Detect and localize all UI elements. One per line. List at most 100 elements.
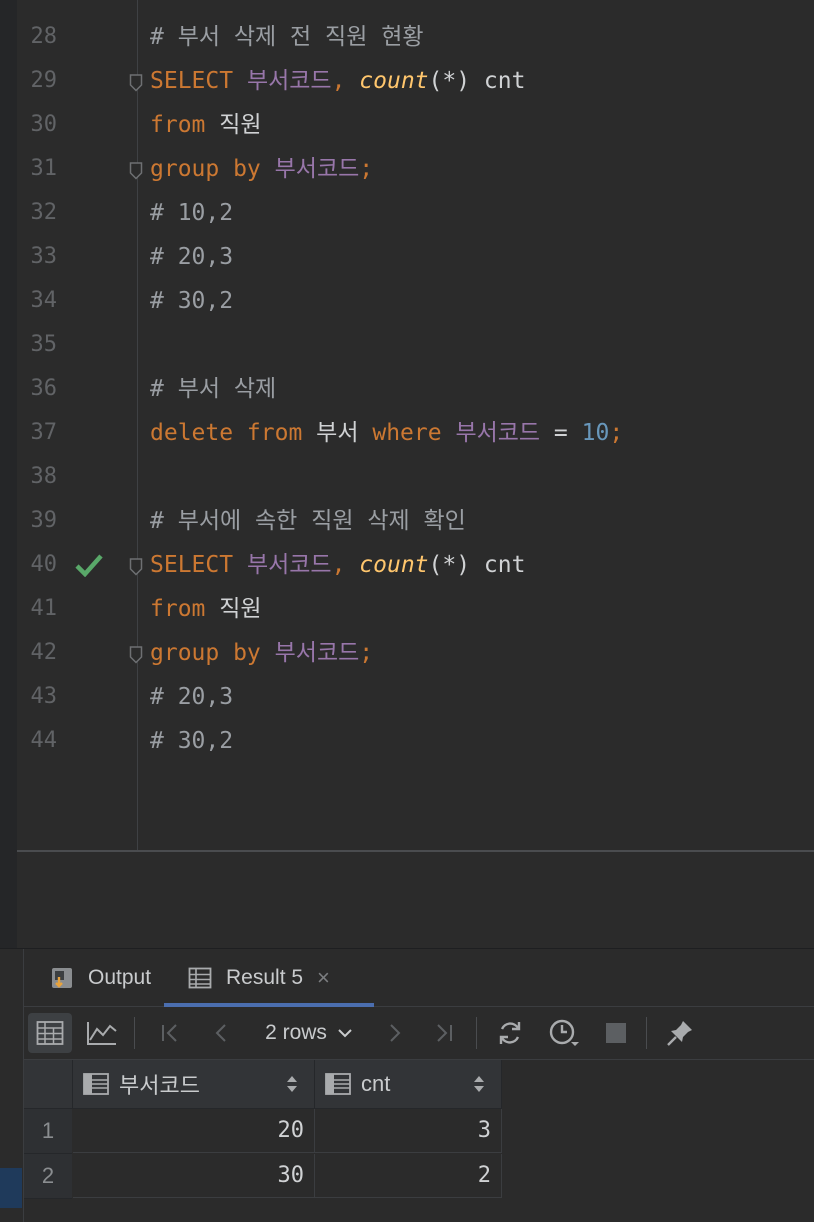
code-text[interactable]: # 20,3 (150, 235, 233, 279)
code-token: 부서코드 (274, 640, 360, 666)
code-line[interactable]: 40 SELECT 부서코드, count(*) cnt (0, 543, 814, 587)
code-line[interactable]: 30 from 직원 (0, 103, 814, 147)
code-token: # 30,2 (150, 728, 234, 754)
code-token: # 20,3 (150, 244, 234, 270)
stop-button[interactable] (596, 1007, 636, 1059)
refresh-icon (499, 1022, 521, 1044)
column-header-dept-code[interactable]: 부서코드 (73, 1060, 315, 1109)
code-text[interactable]: SELECT 부서코드, count(*) cnt (150, 59, 525, 103)
code-line[interactable]: 33 # 20,3 (0, 235, 814, 279)
code-text[interactable]: # 부서에 속한 직원 삭제 확인 (150, 499, 466, 543)
last-page-button[interactable] (424, 1007, 464, 1059)
last-page-icon (437, 1024, 452, 1042)
row-number[interactable]: 1 (24, 1109, 72, 1154)
code-token: where (372, 420, 456, 446)
code-token: group by (150, 640, 275, 666)
code-line[interactable]: 28 # 부서 삭제 전 직원 현황 (0, 15, 814, 59)
code-line[interactable]: 29 SELECT 부서코드, count(*) cnt (0, 59, 814, 103)
column-header-cnt[interactable]: cnt (315, 1060, 502, 1109)
code-token: , (331, 68, 360, 94)
row-number[interactable]: 2 (24, 1154, 72, 1199)
line-number: 34 (30, 288, 58, 313)
code-editor[interactable]: 28 # 부서 삭제 전 직원 현황 29 SELECT 부서코드, count(*)… (0, 0, 814, 893)
table-cell[interactable]: 3 (315, 1109, 502, 1153)
band-left-strip (0, 893, 17, 948)
code-line[interactable]: 36 # 부서 삭제 (0, 367, 814, 411)
code-line[interactable]: 32 # 10,2 (0, 191, 814, 235)
code-token: # 부서 삭제 (150, 376, 277, 402)
table-cell[interactable]: 20 (73, 1109, 315, 1153)
tool-window-selected-node[interactable] (0, 1168, 22, 1208)
code-token: delete from (150, 420, 317, 446)
code-text[interactable]: group by 부서코드; (150, 631, 373, 675)
output-icon (52, 967, 72, 988)
code-text[interactable]: # 20,3 (150, 675, 233, 719)
code-line[interactable]: 39 # 부서에 속한 직원 삭제 확인 (0, 499, 814, 543)
tab-result-5[interactable]: Result 5 × (188, 949, 398, 1006)
code-text[interactable]: # 부서 삭제 (150, 367, 276, 411)
code-line[interactable]: 44 # 30,2 (0, 719, 814, 763)
code-line[interactable]: 38 (0, 455, 814, 499)
first-page-button[interactable] (150, 1007, 190, 1059)
first-page-icon (162, 1024, 177, 1042)
chart-view-button[interactable] (80, 1007, 124, 1059)
code-text[interactable]: # 30,2 (150, 279, 233, 323)
code-line[interactable]: 37 delete from 부서 where 부서코드 = 10; (0, 411, 814, 455)
sort-icon[interactable] (286, 1075, 298, 1093)
table-cell[interactable]: 30 (73, 1154, 315, 1198)
refresh-button[interactable] (490, 1007, 530, 1059)
code-text[interactable]: # 10,2 (150, 191, 233, 235)
history-button[interactable] (542, 1007, 586, 1059)
result-toolbar: 2 rows (24, 1007, 814, 1060)
line-number: 37 (30, 420, 58, 445)
chart-icon (87, 1022, 117, 1045)
line-number: 35 (30, 332, 58, 357)
code-text[interactable]: group by 부서코드; (150, 147, 373, 191)
code-token: 부서 (316, 420, 373, 446)
line-number: 38 (30, 464, 58, 489)
table-view-button[interactable] (28, 1013, 72, 1053)
pin-tab-button[interactable] (660, 1007, 700, 1059)
code-token: SELECT (150, 552, 247, 578)
fold-marker-icon[interactable] (129, 646, 143, 664)
code-token: # 부서에 속한 직원 삭제 확인 (150, 508, 466, 534)
fold-marker-icon[interactable] (129, 558, 143, 576)
line-number: 42 (30, 640, 58, 665)
code-token: group by (150, 156, 275, 182)
fold-marker-icon[interactable] (129, 74, 143, 92)
line-number: 43 (30, 684, 58, 709)
code-text[interactable]: from 직원 (150, 587, 262, 631)
code-line[interactable]: 34 # 30,2 (0, 279, 814, 323)
code-text[interactable]: from 직원 (150, 103, 262, 147)
line-number: 32 (30, 200, 58, 225)
code-token: # 20,3 (150, 684, 234, 710)
code-token: cnt (483, 68, 526, 94)
toolbar-separator (134, 1017, 135, 1049)
line-number: 28 (30, 24, 58, 49)
code-token: from (150, 112, 220, 138)
sort-icon[interactable] (473, 1075, 485, 1093)
code-token: # 10,2 (150, 200, 234, 226)
code-text[interactable]: delete from 부서 where 부서코드 = 10; (150, 411, 623, 455)
code-text[interactable]: SELECT 부서코드, count(*) cnt (150, 543, 525, 587)
code-line[interactable]: 41 from 직원 (0, 587, 814, 631)
code-line[interactable]: 35 (0, 323, 814, 367)
table-cell[interactable]: 2 (315, 1154, 502, 1198)
tab-output[interactable]: Output (50, 949, 151, 1006)
code-text[interactable]: # 부서 삭제 전 직원 현황 (150, 15, 424, 59)
chevron-left-icon (215, 1024, 226, 1042)
code-line[interactable]: 43 # 20,3 (0, 675, 814, 719)
code-token: count (359, 68, 429, 94)
code-line[interactable]: 31 group by 부서코드; (0, 147, 814, 191)
fold-marker-icon[interactable] (129, 162, 143, 180)
previous-page-button[interactable] (202, 1007, 242, 1059)
line-number: 39 (30, 508, 58, 533)
close-icon[interactable]: × (317, 965, 330, 991)
code-line[interactable]: 42 group by 부서코드; (0, 631, 814, 675)
next-page-button[interactable] (374, 1007, 414, 1059)
grid-corner (24, 1060, 73, 1109)
line-number: 30 (30, 112, 58, 137)
code-text[interactable]: # 30,2 (150, 719, 233, 763)
page-size-dropdown[interactable]: 2 rows (250, 1007, 370, 1059)
result-tabs: Output Result 5 × (24, 949, 814, 1007)
